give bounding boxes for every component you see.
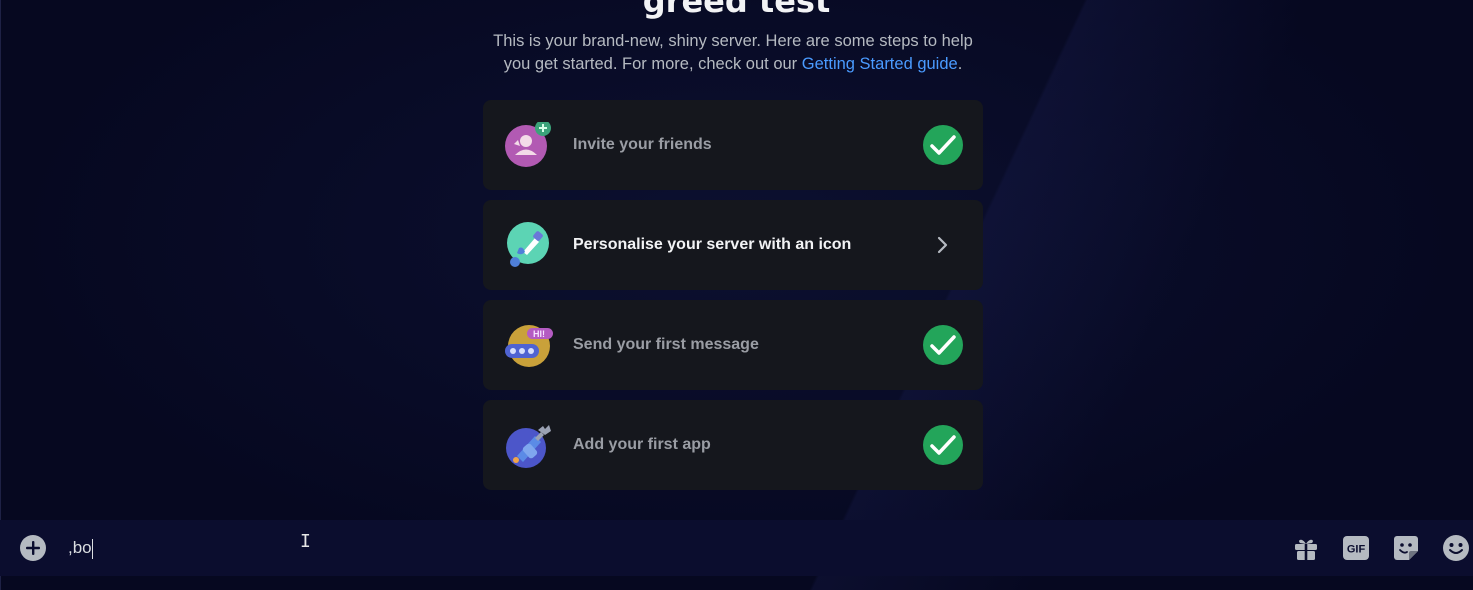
svg-text:HI!: HI! [533,329,545,339]
app-icon [505,422,551,468]
page-title: greed test [642,0,831,20]
plus-circle-icon [20,535,46,561]
paintbrush-icon [505,222,551,268]
gif-button[interactable]: GIF [1342,534,1370,562]
add-attachment-button[interactable] [19,534,47,562]
sticker-button[interactable] [1392,534,1420,562]
card-label: Invite your friends [573,136,712,153]
card-send-first-message[interactable]: HI! Send your first message [483,300,983,390]
text-caret [91,538,93,559]
emoji-button[interactable] [1442,534,1470,562]
gift-button[interactable] [1292,534,1320,562]
card-personalise-server[interactable]: Personalise your server with an icon [483,200,983,290]
gift-icon [1295,539,1317,560]
checkmark-icon [923,325,963,365]
card-label: Send your first message [573,336,759,353]
invite-friends-icon [505,120,551,168]
message-icon: HI! [505,322,553,368]
chevron-right-icon [923,225,963,265]
sticker-icon [1394,536,1418,560]
gif-icon: GIF [1343,536,1369,560]
card-add-first-app[interactable]: Add your first app [483,400,983,490]
ibeam-cursor-icon: I [300,531,311,552]
card-label: Personalise your server with an icon [573,236,852,253]
message-input[interactable]: ,bo [68,534,1268,562]
getting-started-link[interactable]: Getting Started guide [802,55,958,73]
checkmark-icon [923,125,963,165]
onboarding-checklist: Invite your friends Personalise your ser… [483,100,983,500]
checkmark-icon [923,425,963,465]
message-composer: ,bo GIF [0,520,1473,576]
message-input-text: ,bo [68,538,92,557]
card-label: Add your first app [573,436,711,453]
subtitle-period: . [957,55,963,73]
card-invite-friends[interactable]: Invite your friends [483,100,983,190]
emoji-icon [1443,535,1469,561]
svg-text:GIF: GIF [1347,544,1366,556]
page-subtitle: This is your brand-new, shiny server. He… [483,30,983,76]
